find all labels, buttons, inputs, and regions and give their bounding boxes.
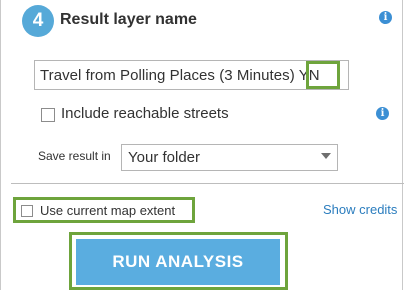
save-result-label: Save result in xyxy=(38,149,111,163)
show-credits-link[interactable]: Show credits xyxy=(323,202,397,217)
chevron-down-icon xyxy=(321,153,331,159)
save-folder-select[interactable]: Your folder xyxy=(121,144,338,171)
result-layer-name-value: Travel from Polling Places (3 Minutes) Y… xyxy=(40,66,320,86)
run-analysis-button[interactable]: RUN ANALYSIS xyxy=(76,239,280,285)
info-icon[interactable]: i xyxy=(376,107,389,120)
result-layer-name-input[interactable]: Travel from Polling Places (3 Minutes) Y… xyxy=(34,60,349,90)
name-value-prefix: Travel from Polling Places (3 Minutes) xyxy=(40,67,299,84)
initials-highlight xyxy=(306,61,340,89)
step-number-badge: 4 xyxy=(22,5,54,37)
step-title: Result layer name xyxy=(60,11,197,28)
info-icon[interactable]: i xyxy=(379,11,392,24)
include-streets-checkbox[interactable] xyxy=(41,108,55,122)
save-folder-value: Your folder xyxy=(128,149,200,166)
analysis-panel: 4 Result layer name i Travel from Pollin… xyxy=(0,0,404,290)
map-extent-highlight xyxy=(13,197,195,223)
divider xyxy=(11,183,404,184)
include-streets-label: Include reachable streets xyxy=(61,105,229,122)
